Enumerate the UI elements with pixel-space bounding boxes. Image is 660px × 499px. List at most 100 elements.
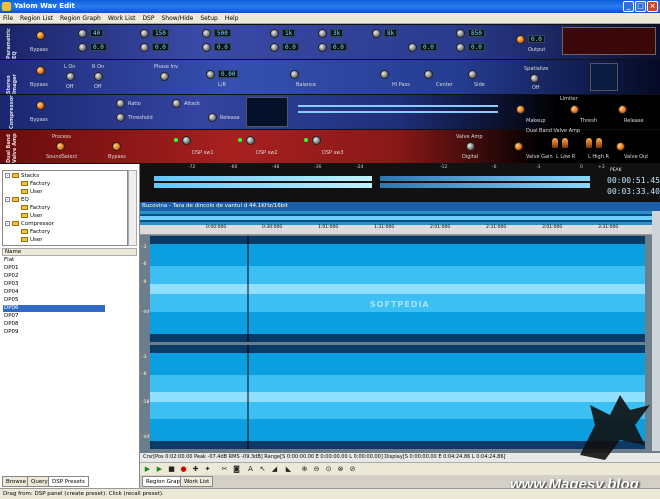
close-button[interactable]: × (647, 1, 658, 12)
stereo-lr-knob[interactable] (206, 70, 215, 79)
menu-region-list[interactable]: Region List (20, 15, 53, 22)
wave-overview[interactable] (140, 211, 652, 225)
tree-node-compressor[interactable]: - Compressor (5, 220, 54, 228)
stereo-hipass-knob[interactable] (380, 70, 389, 79)
tree-node-stacks-factory[interactable]: Factory (21, 180, 50, 188)
fade-out-icon[interactable]: ◣ (284, 465, 293, 474)
valve-dsp1-knob[interactable] (182, 136, 191, 145)
stereo-center-knob[interactable] (424, 70, 433, 79)
camera-icon[interactable]: ◙ (232, 465, 241, 474)
tree-node-eq-factory[interactable]: Factory (21, 204, 50, 212)
zoom-horizontal-icon[interactable]: ⊘ (348, 465, 357, 474)
time-ruler[interactable]: 0:00:000 0:30:000 1:01:000 1:31:000 2:01… (140, 225, 652, 235)
stereo-phase-knob[interactable] (160, 72, 169, 81)
preset-item[interactable]: DP09 (3, 329, 105, 336)
eq-bypass-knob[interactable] (36, 31, 45, 40)
tree-expander[interactable]: - (5, 197, 10, 202)
eq-output-knob[interactable] (516, 35, 525, 44)
comp-threshold-knob[interactable] (116, 113, 125, 122)
menu-work-list[interactable]: Work List (108, 15, 136, 22)
tab-dsp-presets[interactable]: DSP Presets (48, 476, 89, 487)
stereo-bypass-knob[interactable] (36, 66, 45, 75)
tree-node-compressor-user[interactable]: User (21, 236, 43, 244)
minimize-button[interactable]: _ (623, 1, 634, 12)
stereo-ron-knob[interactable] (94, 72, 103, 81)
tree-scrollbar[interactable] (128, 170, 137, 246)
tree-expander[interactable]: - (5, 221, 10, 226)
tree-expander[interactable]: - (5, 173, 10, 178)
menu-dsp[interactable]: DSP (142, 15, 154, 22)
menu-help[interactable]: Help (225, 15, 239, 22)
preset-item[interactable]: DP04 (3, 289, 105, 296)
eq-band4-freq-knob[interactable] (270, 29, 279, 38)
zoom-selection-icon[interactable]: ⊗ (336, 465, 345, 474)
tree-node-eq[interactable]: - EQ (5, 196, 29, 204)
comp-makeup-knob[interactable] (516, 105, 525, 114)
eq-band5-gain-knob[interactable] (318, 43, 327, 52)
preset-item[interactable]: DP07 (3, 313, 105, 320)
zoom-fit-icon[interactable]: ⊙ (324, 465, 333, 474)
record-icon[interactable]: ● (179, 465, 188, 474)
stop-icon[interactable]: ■ (167, 465, 176, 474)
comp-ratio-knob[interactable] (116, 99, 125, 108)
maximize-button[interactable]: □ (635, 1, 646, 12)
preset-item-selected[interactable]: DP06 (3, 305, 105, 312)
zoom-in-icon[interactable]: ⊕ (300, 465, 309, 474)
preset-item[interactable]: DP03 (3, 281, 105, 288)
play-loop-icon[interactable]: ▶ (155, 465, 164, 474)
limiter-release-knob[interactable] (618, 105, 627, 114)
tab-browse[interactable]: Browse (2, 476, 31, 487)
valve-dsp3-knob[interactable] (312, 136, 321, 145)
preset-item[interactable]: Flat (3, 257, 105, 264)
stereo-side-knob[interactable] (468, 70, 477, 79)
eq-band7-freq-knob[interactable] (456, 29, 465, 38)
preset-item[interactable]: DP01 (3, 265, 105, 272)
tree-node-eq-user[interactable]: User (21, 212, 43, 220)
comp-release-knob[interactable] (208, 113, 217, 122)
comp-bypass-knob[interactable] (36, 101, 45, 110)
valve-amp-knob[interactable] (466, 142, 475, 151)
play-icon[interactable]: ▶ (143, 465, 152, 474)
menu-setup[interactable]: Setup (200, 15, 217, 22)
tree-node-compressor-factory[interactable]: Factory (21, 228, 50, 236)
text-icon[interactable]: A (246, 465, 255, 474)
valve-process-knob[interactable] (56, 142, 65, 151)
pointer-icon[interactable]: ↖ (258, 465, 267, 474)
eq-band1-gain-knob[interactable] (78, 43, 87, 52)
eq-band6-gain-knob[interactable] (408, 43, 417, 52)
eq-band1-freq-knob[interactable] (78, 29, 87, 38)
preset-list-header[interactable]: Name (2, 248, 137, 256)
menu-region-graph[interactable]: Region Graph (60, 15, 101, 22)
eq-band5-freq-knob[interactable] (318, 29, 327, 38)
eq-band3-freq-knob[interactable] (202, 29, 211, 38)
preset-item[interactable]: DP02 (3, 273, 105, 280)
tree-node-stacks-user[interactable]: User (21, 188, 43, 196)
waveform-left-channel[interactable] (150, 236, 645, 342)
snap-icon[interactable]: ✦ (203, 465, 212, 474)
valve-gain-knob[interactable] (514, 142, 523, 151)
tab-work-list[interactable]: Work List (180, 476, 214, 487)
eq-band2-freq-knob[interactable] (140, 29, 149, 38)
tree-node-stacks[interactable]: - Stacks (5, 172, 39, 180)
cut-icon[interactable]: ✂ (220, 465, 229, 474)
menu-file[interactable]: File (3, 15, 13, 22)
stereo-lon-knob[interactable] (66, 72, 75, 81)
fade-in-icon[interactable]: ◢ (270, 465, 279, 474)
eq-band3-gain-knob[interactable] (202, 43, 211, 52)
preset-item[interactable]: DP08 (3, 321, 105, 328)
stereo-spatialize-knob[interactable] (530, 74, 539, 83)
marker-icon[interactable]: ✚ (191, 465, 200, 474)
stereo-balance-knob[interactable] (290, 70, 299, 79)
menu-show-hide[interactable]: Show/Hide (161, 15, 193, 22)
limiter-thresh-knob[interactable] (570, 105, 579, 114)
comp-attack-knob[interactable] (172, 99, 181, 108)
preset-item[interactable]: DP05 (3, 297, 105, 304)
eq-band2-gain-knob[interactable] (140, 43, 149, 52)
eq-band6-freq-knob[interactable] (372, 29, 381, 38)
zoom-out-icon[interactable]: ⊖ (312, 465, 321, 474)
valve-out-knob[interactable] (616, 142, 625, 151)
eq-band4-gain-knob[interactable] (270, 43, 279, 52)
eq-band7-gain-knob[interactable] (456, 43, 465, 52)
valve-dsp2-knob[interactable] (246, 136, 255, 145)
valve-bypass-knob[interactable] (112, 142, 121, 151)
